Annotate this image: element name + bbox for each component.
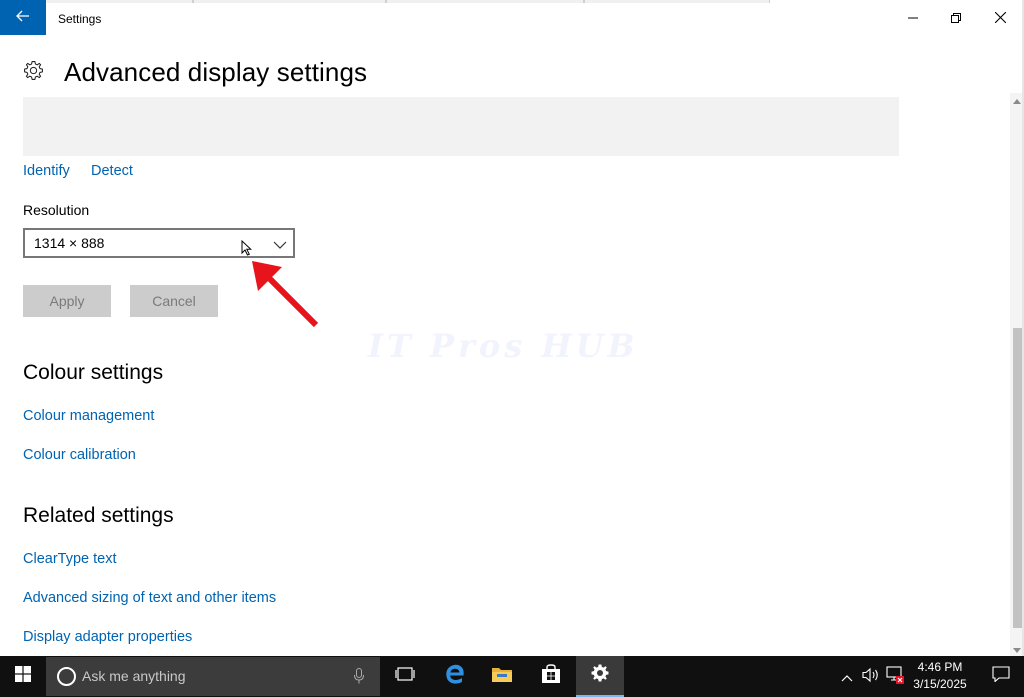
close-icon [994, 10, 1006, 28]
annotation-arrow-icon [246, 251, 326, 336]
resolution-value: 1314 × 888 [34, 235, 105, 251]
taskbar-store[interactable] [527, 656, 575, 697]
network-icon[interactable] [885, 666, 905, 689]
settings-icon [590, 663, 610, 688]
watermark-text: IT Pros HUB [368, 327, 639, 365]
colour-settings-heading: Colour settings [23, 361, 164, 384]
store-icon [541, 664, 561, 689]
restore-icon [951, 10, 961, 28]
page-header: Advanced display settings [23, 57, 367, 88]
advanced-sizing-link[interactable]: Advanced sizing of text and other items [23, 590, 276, 606]
title-bar: Settings [0, 0, 1024, 37]
minimize-icon [908, 10, 918, 28]
scroll-up-arrow-icon [1013, 91, 1021, 109]
identify-link[interactable]: Identify [23, 163, 70, 179]
colour-management-link[interactable]: Colour management [23, 408, 154, 424]
file-explorer-icon [491, 665, 513, 688]
taskbar-settings[interactable] [576, 656, 624, 697]
close-button[interactable] [977, 0, 1023, 37]
cancel-button-label: Cancel [152, 293, 196, 309]
cancel-button[interactable]: Cancel [130, 285, 218, 317]
page-title: Advanced display settings [64, 57, 368, 87]
chevron-up-icon[interactable] [841, 669, 853, 687]
restore-button[interactable] [933, 0, 979, 37]
display-preview-area[interactable] [23, 97, 899, 156]
cortana-search-box[interactable]: Ask me anything [46, 657, 380, 696]
apply-button-label: Apply [49, 293, 85, 309]
scrollbar-thumb[interactable] [1013, 328, 1022, 628]
taskbar-task-view[interactable] [381, 656, 429, 697]
taskbar-edge[interactable] [431, 656, 479, 697]
back-button[interactable] [0, 0, 46, 35]
windows-logo-icon [15, 666, 31, 687]
edge-icon [444, 663, 466, 690]
volume-icon[interactable] [862, 667, 880, 688]
cleartype-text-link[interactable]: ClearType text [23, 551, 117, 567]
display-adapter-properties-link[interactable]: Display adapter properties [23, 629, 192, 645]
search-placeholder: Ask me anything [82, 668, 186, 684]
action-center-button[interactable] [978, 656, 1024, 697]
gear-icon [23, 60, 44, 86]
clock-date: 3/15/2025 [913, 677, 967, 691]
notification-icon [992, 666, 1010, 687]
detect-link[interactable]: Detect [91, 163, 133, 179]
task-view-icon [395, 666, 415, 687]
cortana-icon [57, 667, 76, 686]
taskbar-clock[interactable]: 4:46 PM 3/15/2025 [906, 659, 974, 693]
apply-button[interactable]: Apply [23, 285, 111, 317]
background-window-edges [0, 0, 1024, 4]
minimize-button[interactable] [890, 0, 936, 37]
taskbar-file-explorer[interactable] [478, 656, 526, 697]
taskbar: Ask me anything 4:46 PM 3/15/2025 [0, 656, 1024, 697]
colour-calibration-link[interactable]: Colour calibration [23, 447, 136, 463]
microphone-icon[interactable] [354, 668, 364, 689]
settings-content: Advanced display settings Identify Detec… [0, 37, 1010, 656]
start-button[interactable] [0, 656, 46, 697]
related-settings-heading: Related settings [23, 504, 174, 527]
clock-time: 4:46 PM [917, 660, 963, 674]
resolution-label: Resolution [23, 202, 90, 218]
settings-screen: Settings Advanced display settings Ident… [0, 0, 1024, 697]
window-title: Settings [58, 12, 102, 26]
back-arrow-icon [16, 9, 30, 27]
